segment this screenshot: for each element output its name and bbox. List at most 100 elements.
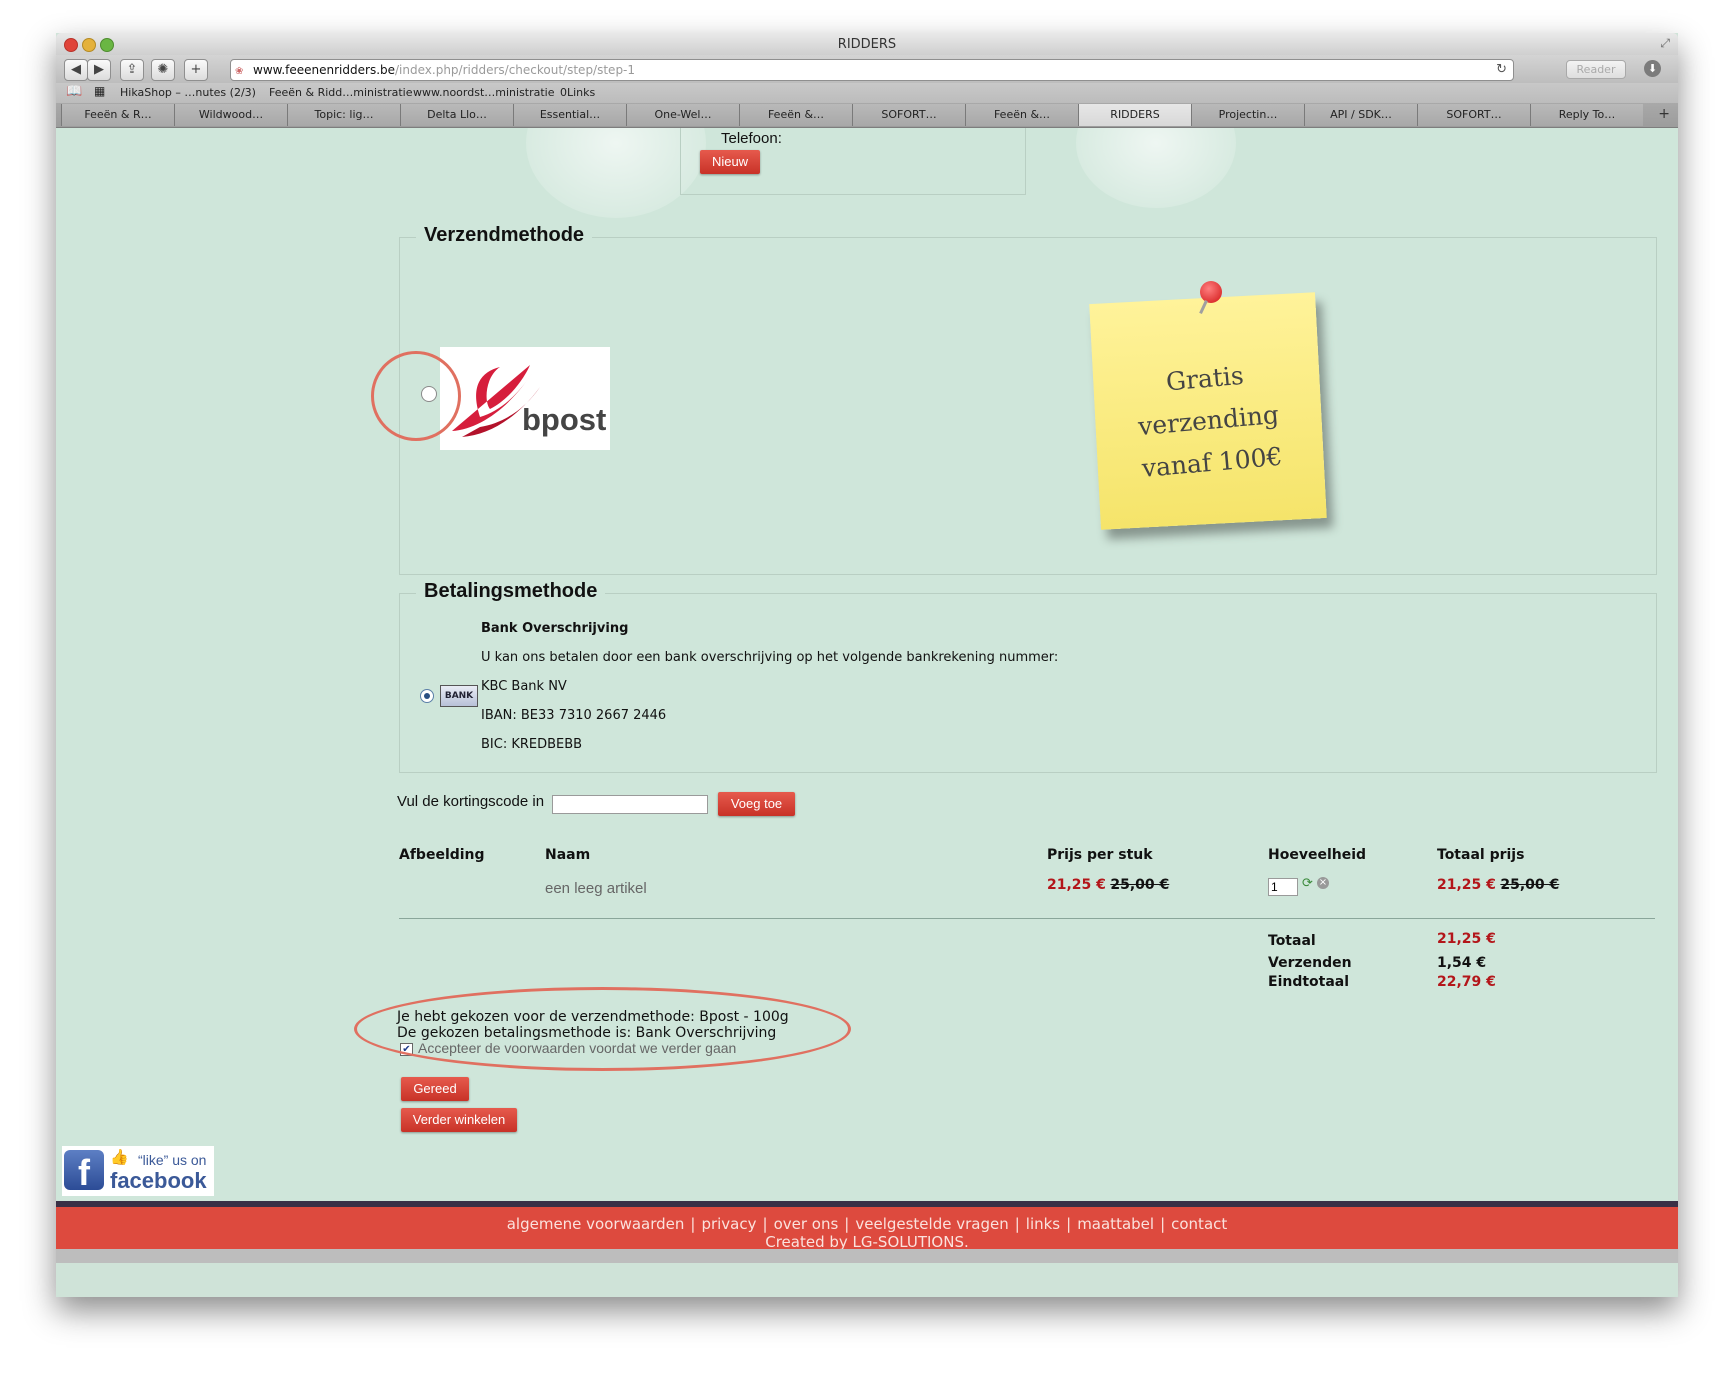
grand-total-value: 22,79 €	[1437, 974, 1496, 990]
facebook-like-badge[interactable]: f 👍 “like” us on facebook	[62, 1146, 214, 1196]
bookmark-item[interactable]: HikaShop – …nutes (2/3)	[120, 86, 256, 99]
tab[interactable]: API / SDK…	[1304, 104, 1417, 126]
browser-window: RIDDERS ⤢ ◀ ▶ ⇪ ✺ + ❀ www.feeenenridders…	[56, 33, 1678, 1297]
tab[interactable]: SOFORT…	[852, 104, 965, 126]
back-button[interactable]: ◀	[64, 59, 88, 81]
bookmark-item[interactable]: 0Links	[560, 86, 595, 99]
bank-name: KBC Bank NV	[481, 679, 567, 694]
subtotal-value: 21,25 €	[1437, 931, 1496, 947]
reading-list-icon[interactable]: 📖	[66, 84, 82, 99]
tab[interactable]: Topic: lig…	[287, 104, 400, 126]
footer-link-links[interactable]: links	[1026, 1215, 1060, 1233]
forward-button[interactable]: ▶	[87, 59, 111, 81]
reader-button[interactable]: Reader	[1566, 60, 1626, 79]
bank-iban: IBAN: BE33 7310 2667 2446	[481, 708, 667, 723]
bank-icon: BANK	[440, 685, 478, 707]
thumbs-up-icon: 👍	[110, 1148, 129, 1166]
facebook-brand-text: facebook	[110, 1168, 207, 1193]
shipping-cost-value: 1,54 €	[1437, 955, 1487, 971]
url-host: www.feeenenridders.be	[253, 63, 396, 77]
tab[interactable]: Projectin…	[1191, 104, 1304, 126]
total-price-old: 25,00 €	[1500, 877, 1560, 893]
downloads-icon[interactable]: ⬇	[1644, 60, 1661, 77]
unit-price-old: 25,00 €	[1110, 877, 1170, 893]
add-bookmark-button[interactable]: +	[184, 59, 208, 81]
footer-credit: Created by LG-SOLUTIONS.	[765, 1233, 969, 1249]
url-path: /index.php/ridders/checkout/step/step-1	[395, 63, 636, 77]
like-us-text: “like” us on	[138, 1152, 207, 1168]
background-glow	[1076, 128, 1236, 208]
col-header-quantity: Hoeveelheid	[1268, 847, 1367, 863]
bookmark-item[interactable]: Feeën & Ridd…ministratie	[269, 86, 412, 99]
title-bar: RIDDERS ⤢	[56, 33, 1678, 55]
favicon-icon: ❀	[235, 66, 244, 77]
new-address-button[interactable]: Nieuw	[700, 150, 760, 174]
top-sites-icon[interactable]: ▦	[94, 84, 105, 98]
tab[interactable]: Feeën &…	[965, 104, 1078, 126]
tab[interactable]: Reply To…	[1530, 104, 1643, 126]
grand-total-label: Eindtotaal	[1268, 974, 1350, 990]
total-price-current: 21,25 €	[1437, 877, 1496, 893]
cart-item-name[interactable]: een leeg artikel	[545, 880, 647, 897]
payment-fieldset	[399, 593, 1657, 773]
footer-link-terms[interactable]: algemene voorwaarden	[507, 1215, 685, 1233]
pushpin-icon	[1200, 281, 1222, 303]
col-header-unit-price: Prijs per stuk	[1047, 847, 1153, 863]
bpost-logo-text: bpost	[522, 402, 607, 437]
done-button[interactable]: Gereed	[401, 1077, 469, 1101]
payment-method-name: Bank Overschrijving	[481, 621, 629, 636]
tab[interactable]: Essential…	[513, 104, 626, 126]
coupon-label: Vul de kortingscode in	[397, 793, 545, 810]
footer-links: algemene voorwaarden | privacy | over ons | ve…	[506, 1215, 1228, 1233]
phone-label: Telefoon:	[721, 130, 782, 147]
unit-price-current: 21,25 €	[1047, 877, 1106, 893]
subtotal-label: Totaal	[1268, 933, 1316, 949]
bpost-logo: bpost	[440, 347, 610, 450]
shipping-cost-label: Verzenden	[1268, 955, 1352, 971]
bank-transfer-radio[interactable]	[420, 689, 434, 703]
toolbar: ◀ ▶ ⇪ ✺ + ❀ www.feeenenridders.be/index.…	[56, 55, 1678, 83]
cart-item-unit-price: 21,25 € 25,00 €	[1047, 877, 1169, 893]
footer-link-about[interactable]: over ons	[774, 1215, 839, 1233]
apply-coupon-button[interactable]: Voeg toe	[718, 792, 795, 816]
payment-heading: Betalingsmethode	[416, 580, 606, 603]
bookmark-item[interactable]: www.noordst…ministratie	[413, 86, 555, 99]
tab[interactable]: Feeën & R…	[61, 104, 174, 126]
footer-link-faq[interactable]: veelgestelde vragen	[855, 1215, 1008, 1233]
reload-icon[interactable]: ↻	[1496, 60, 1507, 80]
share-button[interactable]: ⇪	[120, 59, 144, 81]
tab[interactable]: Wildwood…	[174, 104, 287, 126]
remove-item-icon[interactable]: ×	[1317, 877, 1329, 889]
footer-link-contact[interactable]: contact	[1171, 1215, 1227, 1233]
quantity-input[interactable]	[1268, 878, 1298, 896]
footer-link-privacy[interactable]: privacy	[701, 1215, 756, 1233]
refresh-quantity-icon[interactable]: ⟳	[1302, 876, 1313, 891]
annotation-circle	[371, 351, 461, 441]
cart-divider	[399, 918, 1655, 919]
continue-shopping-button[interactable]: Verder winkelen	[401, 1108, 517, 1132]
bookmarks-bar: 📖 ▦ HikaShop – …nutes (2/3) Feeën & Ridd…	[56, 83, 1678, 103]
footer-link-size-chart[interactable]: maattabel	[1077, 1215, 1154, 1233]
status-bar	[56, 1249, 1678, 1263]
free-shipping-note: Gratis verzending vanaf 100€	[1089, 292, 1327, 530]
tab[interactable]: SOFORT…	[1417, 104, 1530, 126]
extension-icon[interactable]: ✺	[151, 59, 175, 81]
tab-active[interactable]: RIDDERS	[1078, 104, 1191, 126]
coupon-input[interactable]	[552, 795, 708, 814]
col-header-name: Naam	[545, 847, 591, 863]
tab[interactable]: Feeën &…	[739, 104, 852, 126]
payment-description: U kan ons betalen door een bank overschr…	[481, 650, 1059, 665]
col-header-image: Afbeelding	[399, 847, 485, 863]
window-title: RIDDERS	[837, 37, 897, 52]
shipping-heading: Verzendmethode	[416, 224, 593, 247]
site-footer: algemene voorwaarden | privacy | over ons | ve…	[56, 1201, 1678, 1249]
tab[interactable]: One-Wel…	[626, 104, 739, 126]
bank-bic: BIC: KREDBEBB	[481, 737, 583, 752]
cart-item-total: 21,25 € 25,00 €	[1437, 877, 1559, 893]
new-tab-icon[interactable]: +	[1658, 106, 1670, 122]
annotation-ellipse	[354, 987, 851, 1071]
fullscreen-icon[interactable]: ⤢	[1660, 36, 1670, 51]
url-field[interactable]: ❀ www.feeenenridders.be/index.php/ridder…	[230, 59, 1514, 81]
col-header-total: Totaal prijs	[1437, 847, 1525, 863]
tab[interactable]: Delta Llo…	[400, 104, 513, 126]
